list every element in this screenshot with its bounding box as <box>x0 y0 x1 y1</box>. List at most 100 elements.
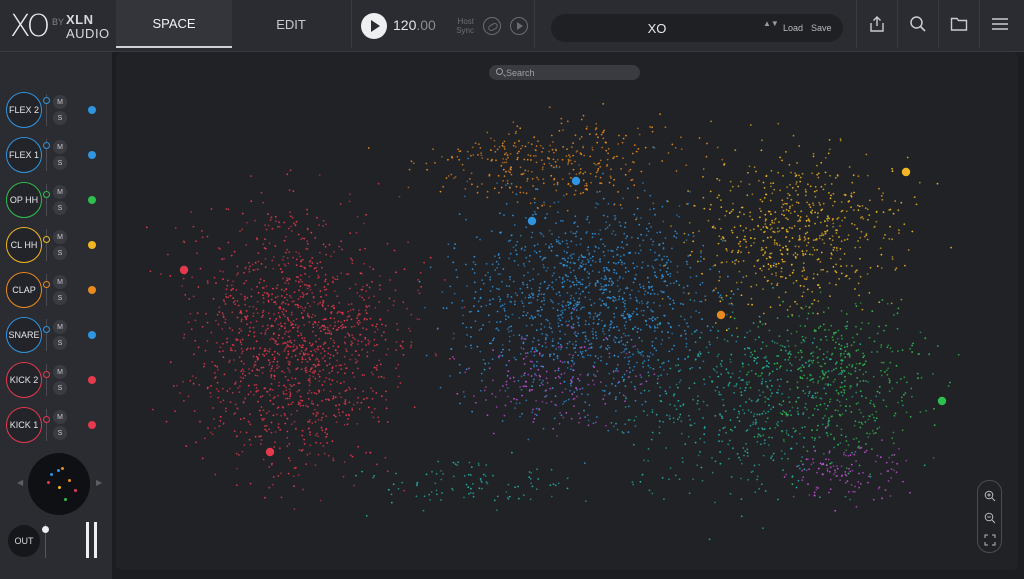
sample-dot[interactable] <box>651 340 654 343</box>
sample-dot[interactable] <box>319 290 322 292</box>
sample-dot[interactable] <box>336 278 339 281</box>
sample-dot[interactable] <box>629 297 632 300</box>
sample-dot[interactable] <box>871 310 874 312</box>
sample-dot[interactable] <box>519 353 522 355</box>
sample-dot[interactable] <box>755 284 758 286</box>
sample-dot[interactable] <box>761 427 763 430</box>
sample-dot[interactable] <box>499 389 501 392</box>
sample-dot[interactable] <box>528 302 530 304</box>
sample-dot[interactable] <box>613 300 615 303</box>
sample-dot[interactable] <box>530 375 533 377</box>
sample-dot[interactable] <box>240 329 243 332</box>
sample-dot[interactable] <box>773 241 776 244</box>
sample-dot[interactable] <box>807 237 810 240</box>
sample-dot[interactable] <box>648 163 651 165</box>
sample-dot[interactable] <box>603 129 605 132</box>
sample-dot[interactable] <box>386 421 389 423</box>
sample-dot[interactable] <box>768 329 771 332</box>
sample-dot[interactable] <box>744 450 747 453</box>
sample-dot[interactable] <box>287 367 289 370</box>
sample-dot[interactable] <box>812 202 814 205</box>
sample-dot[interactable] <box>615 367 618 370</box>
sample-dot[interactable] <box>558 166 561 168</box>
sample-dot[interactable] <box>559 343 562 346</box>
sample-dot[interactable] <box>417 278 420 281</box>
sample-dot[interactable] <box>325 253 327 256</box>
sample-dot[interactable] <box>264 266 267 268</box>
sample-dot[interactable] <box>221 328 224 330</box>
sample-dot[interactable] <box>516 158 519 161</box>
sample-dot[interactable] <box>349 309 352 312</box>
sample-dot[interactable] <box>306 208 308 211</box>
sample-dot[interactable] <box>559 330 561 333</box>
sample-dot[interactable] <box>850 194 852 197</box>
sample-dot[interactable] <box>605 266 608 269</box>
sample-dot[interactable] <box>605 165 608 167</box>
sample-dot[interactable] <box>262 314 264 317</box>
sample-dot[interactable] <box>561 220 564 222</box>
sample-dot[interactable] <box>280 414 283 417</box>
sample-dot[interactable] <box>619 275 621 278</box>
sample-dot[interactable] <box>862 379 865 382</box>
sample-dot[interactable] <box>775 272 777 274</box>
sample-dot[interactable] <box>496 310 499 313</box>
sample-dot[interactable] <box>845 405 847 407</box>
sample-dot[interactable] <box>292 350 295 352</box>
sample-dot[interactable] <box>267 312 270 315</box>
sample-dot[interactable] <box>599 229 602 232</box>
sample-dot[interactable] <box>317 274 319 277</box>
sample-dot[interactable] <box>506 154 509 156</box>
sample-dot[interactable] <box>786 186 788 189</box>
sample-dot[interactable] <box>535 407 538 410</box>
sample-dot[interactable] <box>851 336 854 339</box>
sample-dot[interactable] <box>620 336 623 339</box>
sample-dot[interactable] <box>536 350 538 352</box>
sample-dot[interactable] <box>790 447 793 450</box>
sample-dot[interactable] <box>756 435 759 438</box>
sample-dot[interactable] <box>702 175 704 178</box>
sample-dot[interactable] <box>598 318 600 321</box>
sample-dot[interactable] <box>641 350 644 353</box>
sample-dot[interactable] <box>592 337 595 339</box>
sample-dot[interactable] <box>820 161 823 164</box>
sample-dot[interactable] <box>597 163 599 165</box>
sample-dot[interactable] <box>568 307 570 309</box>
sample-dot[interactable] <box>372 390 374 392</box>
sample-dot[interactable] <box>570 417 573 420</box>
sample-dot[interactable] <box>344 372 346 375</box>
sample-dot[interactable] <box>752 322 755 324</box>
sample-dot[interactable] <box>502 385 504 387</box>
sample-dot[interactable] <box>639 249 642 252</box>
sample-dot[interactable] <box>342 475 345 478</box>
sample-dot[interactable] <box>484 274 487 277</box>
sample-dot[interactable] <box>582 179 585 182</box>
sample-dot[interactable] <box>587 246 590 249</box>
sample-dot[interactable] <box>571 360 574 363</box>
sample-dot[interactable] <box>559 348 562 351</box>
sample-dot[interactable] <box>584 185 586 187</box>
sample-dot[interactable] <box>530 350 532 353</box>
sample-dot[interactable] <box>288 457 290 460</box>
sample-dot[interactable] <box>248 372 251 375</box>
sample-dot[interactable] <box>716 177 719 180</box>
sample-dot[interactable] <box>319 301 322 304</box>
sample-dot[interactable] <box>810 360 813 362</box>
sample-dot[interactable] <box>650 226 652 228</box>
sample-dot[interactable] <box>623 232 626 235</box>
sample-dot[interactable] <box>296 327 299 329</box>
sample-dot[interactable] <box>604 141 607 144</box>
sample-dot[interactable] <box>521 145 524 147</box>
sample-dot[interactable] <box>760 249 763 252</box>
sample-dot[interactable] <box>778 367 781 369</box>
sample-dot[interactable] <box>760 382 763 385</box>
sample-dot[interactable] <box>508 330 510 333</box>
sample-dot[interactable] <box>619 224 622 227</box>
sample-dot[interactable] <box>548 150 550 153</box>
sample-dot[interactable] <box>654 274 657 277</box>
sample-dot[interactable] <box>314 334 317 337</box>
sample-dot[interactable] <box>615 396 617 398</box>
sample-dot[interactable] <box>287 331 290 333</box>
channel-fader[interactable] <box>46 229 47 261</box>
sample-dot[interactable] <box>219 415 222 418</box>
sample-dot[interactable] <box>539 255 542 258</box>
